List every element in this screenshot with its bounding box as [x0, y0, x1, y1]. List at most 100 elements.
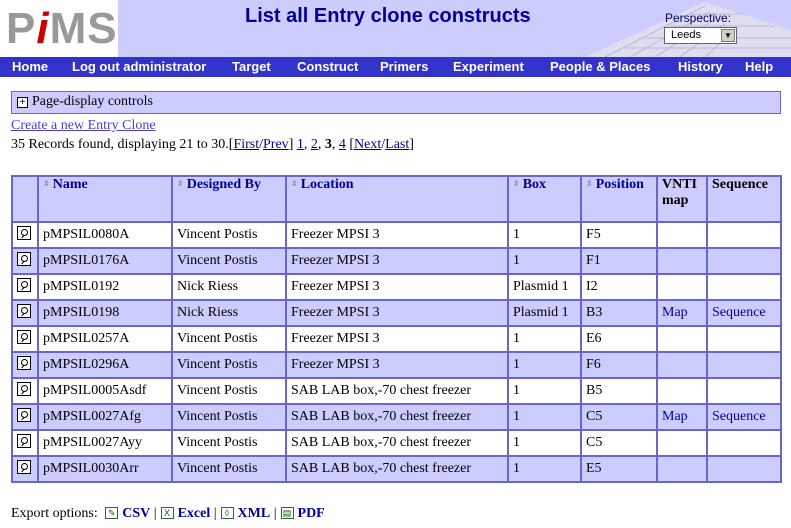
nav-construct[interactable]: Construct [297, 58, 358, 76]
nav-help[interactable]: Help [745, 58, 773, 76]
cell-name: pMPSIL0005Asdf [39, 379, 171, 403]
perspective-label: Perspective: [665, 11, 732, 25]
cell-location: Freezer MPSI 3 [287, 275, 507, 299]
cell-position: B5 [582, 379, 656, 403]
column-header-designed-by[interactable]: ⬍ Designed By [173, 177, 285, 221]
view-record-icon[interactable] [17, 355, 31, 370]
last-page-link[interactable]: Last [385, 137, 409, 152]
cell-box: 1 [509, 405, 580, 429]
sort-position-link[interactable]: Position [596, 177, 644, 192]
chevron-down-icon[interactable]: ▼ [721, 29, 735, 42]
cell-sequence [708, 249, 780, 273]
page-link-2[interactable]: 2 [311, 137, 318, 152]
next-page-link[interactable]: Next [354, 137, 381, 152]
expand-icon[interactable]: + [17, 97, 28, 108]
cell-designed-by: Nick Riess [173, 301, 285, 325]
view-record-icon[interactable] [17, 277, 31, 292]
main-nav: Home Log out administrator Target Constr… [0, 57, 791, 77]
column-header-position[interactable]: ⬍ Position [582, 177, 656, 221]
view-record-icon[interactable] [17, 381, 31, 396]
sort-icon[interactable]: ⬍ [43, 179, 50, 188]
xml-icon[interactable]: ◊ [220, 507, 234, 519]
prev-page-link[interactable]: Prev [263, 137, 289, 152]
vnti-map-link[interactable]: Map [662, 409, 688, 424]
page-link-4[interactable]: 4 [339, 137, 346, 152]
column-header-location[interactable]: ⬍ Location [287, 177, 507, 221]
sort-location-link[interactable]: Location [301, 177, 354, 192]
cell-vnti [658, 353, 706, 377]
sort-icon[interactable]: ⬍ [177, 179, 184, 188]
cell-box: 1 [509, 353, 580, 377]
view-record-icon[interactable] [17, 225, 31, 240]
cell-location: SAB LAB box,-70 chest freezer [287, 457, 507, 481]
sort-icon[interactable]: ⬍ [513, 179, 520, 188]
cell-vnti: Map [658, 301, 706, 325]
cell-name: pMPSIL0027Afg [39, 405, 171, 429]
nav-experiment[interactable]: Experiment [453, 58, 524, 76]
export-xml-link[interactable]: XML [238, 506, 271, 521]
cell-position: C5 [582, 431, 656, 455]
export-excel-link[interactable]: Excel [178, 506, 211, 521]
create-entry-clone-link[interactable]: Create a new Entry Clone [11, 118, 156, 134]
cell-location: Freezer MPSI 3 [287, 301, 507, 325]
export-pdf-link[interactable]: PDF [298, 506, 325, 521]
cell-name: pMPSIL0296A [39, 353, 171, 377]
view-record-icon[interactable] [17, 303, 31, 318]
sort-icon[interactable]: ⬍ [586, 179, 593, 188]
pdf-icon[interactable]: ▤ [280, 507, 294, 519]
column-header-vnti-map: VNTI map [658, 177, 706, 221]
vnti-map-link[interactable]: Map [662, 305, 688, 320]
view-record-icon[interactable] [17, 407, 31, 422]
cell-box: 1 [509, 249, 580, 273]
view-record-icon[interactable] [17, 329, 31, 344]
sequence-link[interactable]: Sequence [712, 409, 766, 424]
page-display-controls[interactable]: + Page-display controls [11, 91, 781, 114]
nav-history[interactable]: History [678, 58, 723, 76]
view-record-icon[interactable] [17, 459, 31, 474]
nav-log-out[interactable]: Log out administrator [72, 58, 206, 76]
cell-box: Plasmid 1 [509, 275, 580, 299]
cell-designed-by: Vincent Postis [173, 379, 285, 403]
cell-name: pMPSIL0198 [39, 301, 171, 325]
cell-designed-by: Vincent Postis [173, 431, 285, 455]
cell-location: Freezer MPSI 3 [287, 249, 507, 273]
first-page-link[interactable]: First [233, 137, 259, 152]
sort-designed-by-link[interactable]: Designed By [187, 177, 261, 192]
sort-box-link[interactable]: Box [523, 177, 546, 192]
cell-position: E5 [582, 457, 656, 481]
view-record-icon[interactable] [17, 251, 31, 266]
sequence-link[interactable]: Sequence [712, 305, 766, 320]
export-csv-link[interactable]: CSV [122, 506, 150, 521]
table-row: pMPSIL0198 Nick Riess Freezer MPSI 3 Plasmi… [13, 301, 780, 325]
nav-target[interactable]: Target [232, 58, 271, 76]
column-header-sequence: Sequence [708, 177, 780, 221]
perspective-select[interactable]: Leeds ▼ [664, 27, 737, 44]
cell-sequence [708, 275, 780, 299]
sort-icon[interactable]: ⬍ [291, 179, 298, 188]
column-header-box[interactable]: ⬍ Box [509, 177, 580, 221]
nav-home[interactable]: Home [12, 58, 48, 76]
page-link-1[interactable]: 1 [297, 137, 304, 152]
column-header-name[interactable]: ⬍ Name [39, 177, 171, 221]
cell-sequence [708, 353, 780, 377]
cell-location: SAB LAB box,-70 chest freezer [287, 405, 507, 429]
view-cell [13, 327, 37, 351]
cell-location: Freezer MPSI 3 [287, 353, 507, 377]
cell-location: Freezer MPSI 3 [287, 223, 507, 247]
cell-position: C5 [582, 405, 656, 429]
excel-icon[interactable]: X [160, 507, 174, 519]
cell-vnti [658, 379, 706, 403]
csv-icon[interactable]: ✎ [105, 507, 119, 519]
table-row: pMPSIL0257A Vincent Postis Freezer MPSI 31… [13, 327, 780, 351]
pims-logo[interactable]: PiMS [0, 0, 118, 57]
current-page: 3 [324, 137, 332, 152]
cell-designed-by: Vincent Postis [173, 353, 285, 377]
cell-position: F1 [582, 249, 656, 273]
records-count-text: 35 Records found, displaying 21 to 30. [11, 137, 229, 152]
page-header: PiMS List all Entry clone constructs Per… [0, 0, 791, 57]
view-record-icon[interactable] [17, 433, 31, 448]
nav-primers[interactable]: Primers [380, 58, 428, 76]
sort-name-link[interactable]: Name [53, 177, 88, 192]
nav-people-places[interactable]: People & Places [550, 58, 650, 76]
cell-designed-by: Vincent Postis [173, 457, 285, 481]
